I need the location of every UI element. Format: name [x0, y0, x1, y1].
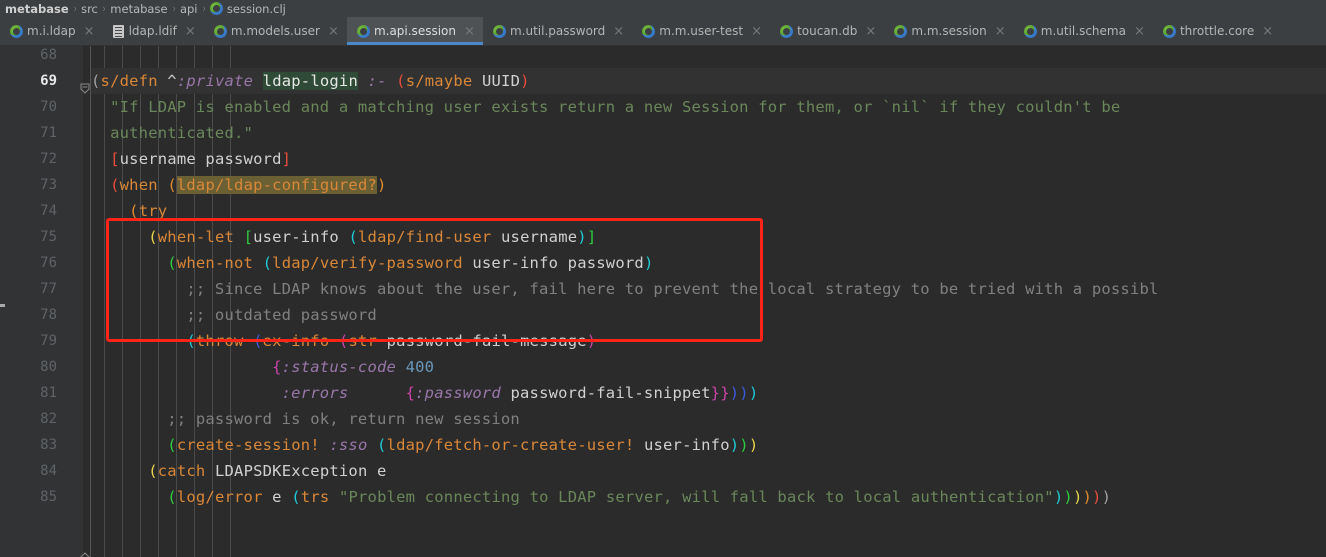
- breadcrumb-separator: ›: [73, 2, 77, 15]
- tab-m-api-session[interactable]: m.api.session ×: [346, 17, 484, 45]
- tab-m-util-schema[interactable]: m.util.schema ×: [1014, 17, 1153, 45]
- code-line-83[interactable]: (create-session! :sso (ldap/fetch-or-cre…: [91, 432, 758, 458]
- code-line-69[interactable]: (s/defn ^:private ldap-login :- (s/maybe…: [91, 68, 530, 94]
- tab-toucan-db[interactable]: toucan.db ×: [770, 17, 884, 45]
- code-line-78[interactable]: ;; outdated password: [91, 302, 377, 328]
- file-icon: [112, 24, 124, 38]
- tab-label: m.models.user: [230, 24, 320, 38]
- breadcrumb-item-metabase[interactable]: metabase: [2, 2, 72, 16]
- breadcrumb-separator: ›: [202, 2, 206, 15]
- breadcrumb-label: src: [81, 1, 98, 16]
- close-icon[interactable]: ×: [84, 25, 95, 38]
- line-number-84: 84: [40, 463, 57, 479]
- tab-m-m-user-test[interactable]: m.m.user-test ×: [632, 17, 770, 45]
- line-number-77: 77: [40, 281, 57, 297]
- metabase-logo-icon: [894, 24, 908, 38]
- line-number-75: 75: [40, 229, 57, 245]
- code-line-85[interactable]: (log/error e (trs "Problem connecting to…: [91, 484, 1111, 510]
- code-line-73[interactable]: (when (ldap/ldap-configured?): [91, 172, 387, 198]
- breadcrumb-item-src[interactable]: src: [78, 2, 101, 16]
- tab-m-util-password[interactable]: m.util.password ×: [483, 17, 632, 45]
- metabase-logo-icon: [213, 24, 227, 38]
- metabase-logo-icon: [780, 24, 794, 38]
- close-icon[interactable]: ×: [865, 25, 876, 38]
- close-icon[interactable]: ×: [1262, 25, 1273, 38]
- metabase-logo-icon: [642, 24, 656, 38]
- breadcrumb: metabase › src › metabase › api › sessio…: [0, 0, 1326, 17]
- breadcrumb-item-metabase-2[interactable]: metabase: [107, 2, 170, 16]
- line-number-72: 72: [40, 151, 57, 167]
- line-number-69: 69: [40, 73, 57, 89]
- breadcrumb-item-session-clj[interactable]: session.clj: [207, 2, 289, 16]
- tab-label: toucan.db: [797, 24, 858, 38]
- close-icon[interactable]: ×: [995, 25, 1006, 38]
- metabase-logo-icon: [492, 24, 506, 38]
- breadcrumb-label: session.clj: [226, 1, 286, 16]
- line-number-73: 73: [40, 177, 57, 193]
- breadcrumb-label: api: [179, 1, 198, 16]
- line-number-83: 83: [40, 437, 57, 453]
- metabase-logo-icon: [209, 2, 223, 15]
- code-editor[interactable]: 68 69 70 71 72 73 74 75 76 77 78 79 80 81 82 83 84 85 (s/…: [0, 46, 1326, 557]
- code-line-70[interactable]: "If LDAP is enabled and a matching user …: [91, 94, 1120, 120]
- code-line-81[interactable]: :errors {:password password-fail-snippet…: [91, 380, 759, 406]
- breadcrumb-label: metabase: [5, 1, 69, 16]
- metabase-logo-icon: [356, 24, 370, 38]
- close-icon[interactable]: ×: [751, 25, 762, 38]
- line-number-82: 82: [40, 411, 57, 427]
- close-icon[interactable]: ×: [613, 25, 624, 38]
- tab-label: m.i.ldap: [27, 24, 76, 38]
- tab-label: throttle.core: [1179, 24, 1255, 38]
- metabase-logo-icon: [1162, 24, 1176, 38]
- tab-label: m.util.schema: [1040, 24, 1126, 38]
- breadcrumb-separator: ›: [102, 2, 106, 15]
- breadcrumb-label: metabase: [110, 1, 168, 16]
- tab-label: m.api.session: [373, 24, 456, 38]
- code-line-84[interactable]: (catch LDAPSDKException e: [91, 458, 387, 484]
- line-number-78: 78: [40, 307, 57, 323]
- line-number-70: 70: [40, 99, 57, 115]
- code-line-82[interactable]: ;; password is ok, return new session: [91, 406, 520, 432]
- tab-throttle-core[interactable]: throttle.core ×: [1153, 17, 1281, 45]
- code-line-76[interactable]: (when-not (ldap/verify-password user-inf…: [91, 250, 653, 276]
- tab-label: ldap.ldif: [128, 24, 177, 38]
- close-icon[interactable]: ×: [185, 25, 196, 38]
- line-number-85: 85: [40, 489, 57, 505]
- metabase-logo-icon: [1023, 24, 1037, 38]
- line-number-71: 71: [40, 125, 57, 141]
- line-number-81: 81: [40, 385, 57, 401]
- tab-label: m.util.password: [509, 24, 606, 38]
- breadcrumb-separator: ›: [172, 2, 176, 15]
- line-number-74: 74: [40, 203, 57, 219]
- tab-label: m.m.user-test: [659, 24, 744, 38]
- tab-m-i-ldap[interactable]: m.i.ldap ×: [0, 17, 103, 45]
- close-icon[interactable]: ×: [464, 25, 475, 38]
- code-line-75[interactable]: (when-let [user-info (ldap/find-user use…: [91, 224, 596, 250]
- code-line-80[interactable]: {:status-code 400: [91, 354, 434, 380]
- line-number-79: 79: [40, 333, 57, 349]
- code-line-74[interactable]: (try: [91, 198, 167, 224]
- metabase-logo-icon: [10, 24, 23, 38]
- close-icon[interactable]: ×: [328, 25, 339, 38]
- tab-m-m-session[interactable]: m.m.session ×: [884, 17, 1013, 45]
- code-line-79[interactable]: (throw (ex-info (str password-fail-messa…: [91, 328, 596, 354]
- tab-m-models-user[interactable]: m.models.user ×: [204, 17, 347, 45]
- line-number-68: 68: [40, 47, 57, 63]
- code-line-72[interactable]: [username password]: [91, 146, 291, 172]
- breadcrumb-item-api[interactable]: api: [177, 2, 201, 16]
- line-number-80: 80: [40, 359, 57, 375]
- code-content[interactable]: (s/defn ^:private ldap-login :- (s/maybe…: [91, 46, 1326, 557]
- code-line-77[interactable]: ;; Since LDAP knows about the user, fail…: [91, 276, 1159, 302]
- line-number-76: 76: [40, 255, 57, 271]
- tab-label: m.m.session: [911, 24, 987, 38]
- code-line-71[interactable]: authenticated.": [91, 120, 253, 146]
- editor-tab-bar: m.i.ldap × ldap.ldif × m.models.user × m…: [0, 17, 1326, 46]
- close-icon[interactable]: ×: [1134, 25, 1145, 38]
- tab-ldap-ldif[interactable]: ldap.ldif ×: [103, 17, 204, 45]
- line-number-gutter[interactable]: 68 69 70 71 72 73 74 75 76 77 78 79 80 81 82 83 84 85: [5, 46, 83, 557]
